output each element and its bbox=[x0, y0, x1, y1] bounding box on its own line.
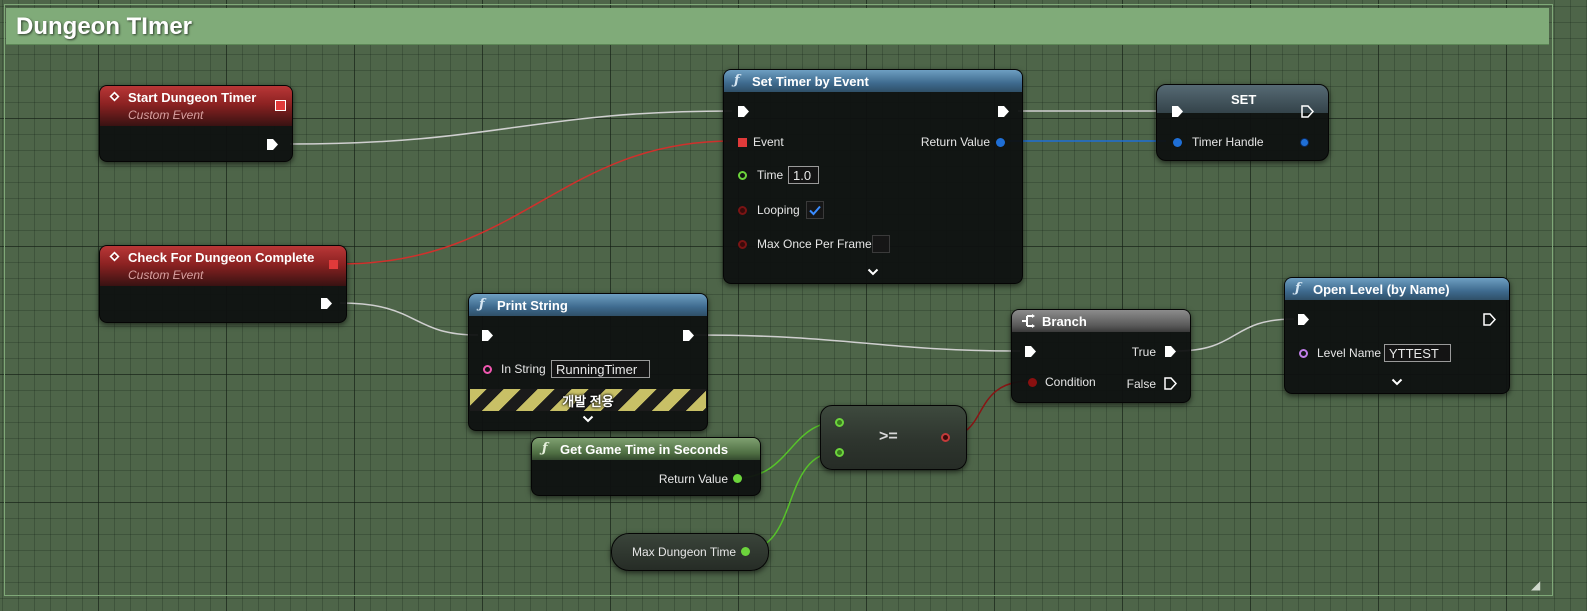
node-title: Start Dungeon Timer bbox=[128, 90, 257, 105]
a-input-pin[interactable] bbox=[835, 418, 844, 427]
timer-handle-out-pin[interactable] bbox=[1300, 138, 1309, 147]
condition-pin[interactable] bbox=[1028, 378, 1037, 387]
delegate-pin[interactable] bbox=[329, 260, 338, 269]
exec-in-pin[interactable] bbox=[1297, 313, 1310, 326]
max-once-per-frame-checkbox[interactable] bbox=[872, 235, 890, 253]
node-subtitle: Custom Event bbox=[128, 108, 204, 122]
branch-icon bbox=[1022, 314, 1035, 328]
true-label: True bbox=[1131, 345, 1156, 359]
exec-out-pin[interactable] bbox=[997, 105, 1010, 118]
chevron-down-icon[interactable] bbox=[1391, 378, 1403, 386]
node-check-for-dungeon-complete[interactable]: Check For Dungeon Complete Custom Event bbox=[99, 245, 347, 323]
level-name-label: Level Name bbox=[1317, 346, 1382, 360]
level-name-input[interactable]: YTTEST bbox=[1384, 344, 1451, 362]
exec-in-pin[interactable] bbox=[481, 329, 494, 342]
exec-out-pin[interactable] bbox=[266, 138, 279, 151]
event-pin-label: Event bbox=[753, 135, 784, 149]
event-diamond-icon bbox=[109, 91, 120, 102]
node-start-dungeon-timer[interactable]: Start Dungeon Timer Custom Event bbox=[99, 85, 293, 162]
development-only-banner: 개발 전용 bbox=[470, 389, 706, 411]
return-value-pin[interactable] bbox=[733, 474, 742, 483]
false-label: False bbox=[1126, 377, 1156, 391]
return-value-label: Return Value bbox=[658, 472, 728, 486]
exec-wire[interactable] bbox=[694, 334, 1021, 352]
node-get-game-time-in-seconds[interactable]: ƒ Get Game Time in Seconds Return Value bbox=[531, 437, 761, 496]
operator-label: >= bbox=[879, 428, 898, 445]
exec-out-pin[interactable] bbox=[682, 329, 695, 342]
exec-wire[interactable] bbox=[289, 110, 733, 145]
condition-label: Condition bbox=[1045, 375, 1096, 389]
exec-in-pin[interactable] bbox=[737, 105, 750, 118]
function-icon: ƒ bbox=[479, 297, 485, 312]
node-title: Print String bbox=[497, 298, 568, 313]
variable-label: Max Dungeon Time bbox=[632, 545, 737, 559]
event-delegate-wire[interactable] bbox=[339, 140, 733, 265]
node-greater-equal[interactable]: >= bbox=[820, 405, 967, 470]
exec-in-pin[interactable] bbox=[1024, 345, 1037, 358]
exec-wire[interactable] bbox=[1175, 318, 1295, 352]
return-value-pin[interactable] bbox=[996, 138, 1005, 147]
function-icon: ƒ bbox=[734, 73, 740, 88]
return-value-label: Return Value bbox=[920, 135, 990, 149]
in-string-label: In String bbox=[501, 362, 546, 376]
chevron-down-icon[interactable] bbox=[867, 268, 879, 276]
event-diamond-icon bbox=[109, 251, 120, 262]
max-once-per-frame-label: Max Once Per Frame bbox=[757, 237, 872, 251]
node-title: Get Game Time in Seconds bbox=[560, 442, 729, 457]
node-max-dungeon-time-variable[interactable]: Max Dungeon Time bbox=[611, 533, 769, 571]
false-exec-out-pin[interactable] bbox=[1164, 377, 1177, 390]
development-only-label: 개발 전용 bbox=[562, 394, 614, 409]
variable-out-pin[interactable] bbox=[741, 547, 750, 556]
node-title: Open Level (by Name) bbox=[1313, 282, 1450, 297]
node-title: Check For Dungeon Complete bbox=[128, 250, 315, 265]
delegate-pin[interactable] bbox=[275, 100, 286, 111]
chevron-down-icon[interactable] bbox=[582, 415, 594, 423]
function-icon: ƒ bbox=[1295, 281, 1301, 296]
max-once-per-frame-pin[interactable] bbox=[738, 240, 747, 249]
exec-wire[interactable] bbox=[339, 302, 479, 336]
exec-out-pin[interactable] bbox=[1483, 313, 1496, 326]
node-set-timer-by-event[interactable]: ƒ Set Timer by Event Event Return Value … bbox=[723, 69, 1023, 284]
event-pin[interactable] bbox=[738, 138, 747, 147]
node-title: SET bbox=[1231, 92, 1257, 107]
node-set-timer-handle[interactable]: SET Timer Handle bbox=[1156, 84, 1329, 161]
looping-checkbox[interactable] bbox=[806, 201, 824, 219]
looping-pin-label: Looping bbox=[757, 203, 800, 217]
node-title: Branch bbox=[1042, 314, 1087, 329]
checkmark-icon bbox=[809, 205, 821, 216]
true-exec-out-pin[interactable] bbox=[1164, 345, 1177, 358]
time-pin[interactable] bbox=[738, 171, 747, 180]
node-print-string[interactable]: ƒ Print String In String RunningTimer 개발… bbox=[468, 293, 708, 431]
time-pin-label: Time bbox=[757, 168, 784, 182]
function-icon: ƒ bbox=[542, 441, 548, 456]
blueprint-graph-canvas[interactable]: Dungeon TImer ◢ Start Dungeon Timer Cust… bbox=[0, 0, 1587, 611]
exec-out-pin[interactable] bbox=[1301, 105, 1314, 118]
node-title: Set Timer by Event bbox=[752, 74, 869, 89]
node-subtitle: Custom Event bbox=[128, 268, 204, 282]
in-string-pin[interactable] bbox=[483, 365, 492, 374]
node-branch[interactable]: Branch True Condition False bbox=[1011, 309, 1191, 403]
level-name-pin[interactable] bbox=[1299, 349, 1308, 358]
exec-out-pin[interactable] bbox=[320, 297, 333, 310]
result-pin[interactable] bbox=[941, 433, 950, 442]
b-input-pin[interactable] bbox=[835, 448, 844, 457]
looping-pin[interactable] bbox=[738, 206, 747, 215]
timer-handle-label: Timer Handle bbox=[1192, 135, 1264, 149]
exec-in-pin[interactable] bbox=[1171, 105, 1184, 118]
in-string-input[interactable]: RunningTimer bbox=[551, 360, 650, 378]
timer-handle-in-pin[interactable] bbox=[1173, 138, 1182, 147]
time-input[interactable]: 1.0 bbox=[788, 166, 819, 184]
node-open-level-by-name[interactable]: ƒ Open Level (by Name) Level Name YTTEST bbox=[1284, 277, 1510, 394]
